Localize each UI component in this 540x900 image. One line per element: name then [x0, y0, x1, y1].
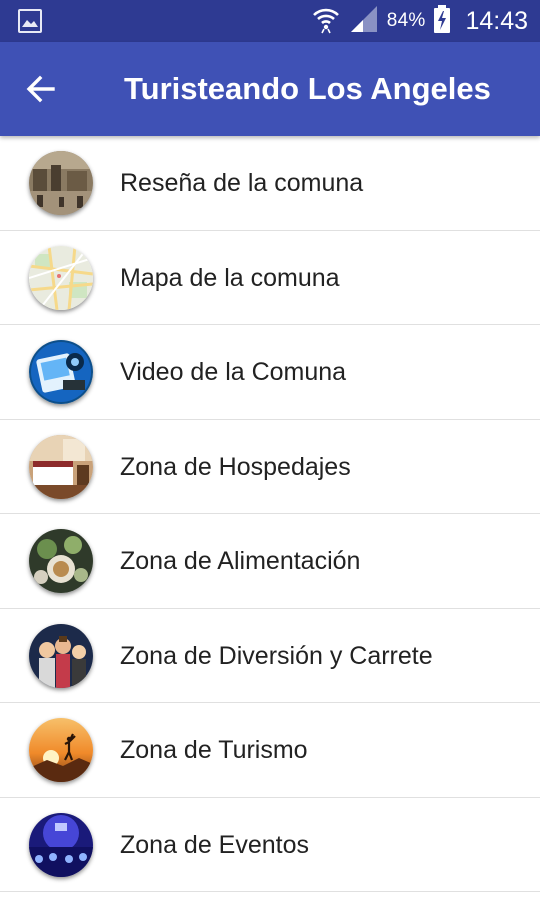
menu-item-turismo[interactable]: Zona de Turismo [0, 703, 540, 798]
map-thumbnail [29, 245, 93, 310]
signal-icon [349, 4, 379, 39]
menu-item-eventos[interactable]: Zona de Eventos [0, 798, 540, 892]
menu-item-label: Zona de Alimentación [120, 547, 361, 575]
party-thumbnail [29, 623, 93, 688]
status-bar: 84% 14:43 [0, 0, 540, 42]
status-icons: 84% 14:43 [311, 0, 528, 42]
food-thumbnail [29, 529, 93, 593]
menu-item-label: Reseña de la comuna [120, 169, 364, 197]
menu-item-hospedajes[interactable]: Zona de Hospedajes [0, 420, 540, 514]
menu-item-video[interactable]: Video de la Comuna [0, 325, 540, 420]
video-thumbnail [29, 340, 93, 404]
menu-item-mapa[interactable]: Mapa de la comuna [0, 231, 540, 325]
menu-item-label: Video de la Comuna [120, 358, 347, 386]
menu-item-label: Zona de Turismo [120, 736, 308, 764]
arrow-back-icon [26, 75, 55, 103]
app-bar: Turisteando Los Angeles [0, 42, 540, 136]
menu-item-alimentacion[interactable]: Zona de Alimentación [0, 514, 540, 609]
history-photo-thumbnail [29, 151, 93, 215]
page-title: Turisteando Los Angeles [124, 71, 491, 106]
battery-percent: 84% [386, 10, 426, 31]
menu-item-diversion[interactable]: Zona de Diversión y Carrete [0, 609, 540, 703]
menu-item-label: Zona de Diversión y Carrete [120, 641, 433, 670]
gallery-notification-icon [18, 9, 42, 33]
menu-item-label: Zona de Eventos [120, 830, 310, 859]
menu-item-label: Zona de Hospedajes [120, 452, 351, 481]
back-button[interactable] [14, 62, 68, 116]
menu-list: Reseña de la comuna Mapa de la comuna Vi… [0, 136, 540, 892]
wifi-icon [311, 4, 341, 39]
sunset-tourism-thumbnail [29, 718, 93, 782]
battery-charging-icon [433, 4, 451, 38]
events-thumbnail [29, 812, 93, 877]
menu-item-resena[interactable]: Reseña de la comuna [0, 136, 540, 231]
status-time: 14:43 [465, 6, 528, 35]
hotel-room-thumbnail [29, 434, 93, 499]
menu-item-label: Mapa de la comuna [120, 263, 340, 292]
